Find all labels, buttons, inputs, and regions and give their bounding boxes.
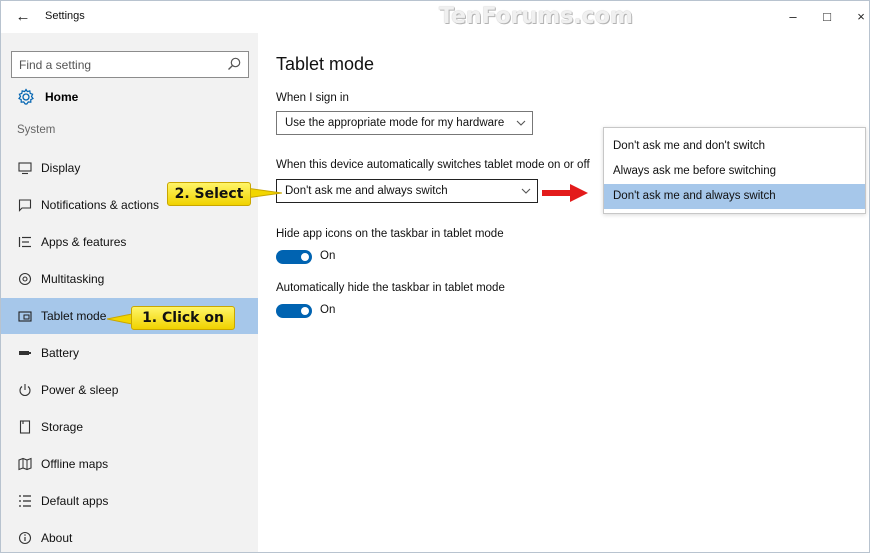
sidebar-item-label: Tablet mode — [41, 309, 107, 323]
popup-option-always-switch[interactable]: Don't ask me and always switch — [604, 184, 865, 209]
sidebar-item-label: Battery — [41, 346, 80, 360]
multitasking-icon — [18, 272, 32, 286]
callout-pointer-icon — [246, 187, 282, 199]
back-button[interactable]: ← — [11, 7, 35, 27]
sidebar-item-label: Apps & features — [41, 235, 127, 249]
window-title: Settings — [45, 10, 85, 22]
home-nav-item[interactable]: Home — [17, 85, 78, 109]
power-icon — [19, 384, 31, 397]
hide-icons-toggle[interactable] — [276, 250, 312, 264]
click-callout: 1. Click on — [131, 306, 235, 330]
about-icon — [18, 531, 32, 545]
tablet-mode-icon — [18, 311, 32, 322]
sidebar-item-label: Default apps — [41, 494, 109, 508]
sidebar-item-multitasking[interactable]: Multitasking — [1, 261, 258, 297]
dropdown-popup: Don't ask me and don't switch Always ask… — [603, 127, 866, 214]
toggle-knob — [301, 307, 309, 315]
home-label: Home — [45, 90, 79, 104]
sidebar-item-label: About — [41, 531, 73, 545]
toggle-knob — [301, 253, 309, 261]
battery-icon — [19, 351, 31, 355]
sidebar-item-label: Notifications & actions — [41, 198, 160, 212]
notifications-icon — [18, 199, 32, 212]
title-bar: ← Settings TenForums.com – □ × — [1, 1, 869, 33]
auto-switch-dropdown[interactable]: Don't ask me and always switch — [276, 179, 538, 203]
default-apps-icon — [19, 495, 31, 507]
maximize-button[interactable]: □ — [815, 7, 839, 27]
red-arrow-icon — [542, 184, 588, 202]
sidebar-item-power-sleep[interactable]: Power & sleep — [1, 372, 258, 408]
sidebar-item-label: Display — [41, 161, 81, 175]
page-title: Tablet mode — [276, 54, 375, 74]
display-icon — [18, 162, 32, 175]
settings-window: ← Settings TenForums.com – □ × Home Syst… — [0, 0, 870, 553]
sidebar-item-label: Multitasking — [41, 272, 105, 286]
search-input[interactable] — [12, 52, 222, 77]
watermark: TenForums.com — [439, 4, 633, 29]
popup-option-dont-switch[interactable]: Don't ask me and don't switch — [604, 134, 865, 159]
gear-icon — [18, 88, 34, 105]
close-button[interactable]: × — [849, 7, 869, 27]
signin-dropdown-value: Use the appropriate mode for my hardware — [285, 117, 505, 129]
chevron-down-icon — [521, 188, 531, 194]
sidebar-item-default-apps[interactable]: Default apps — [1, 483, 258, 519]
main-content: Tablet mode When I sign in Use the appro… — [258, 33, 869, 552]
minimize-button[interactable]: – — [781, 7, 805, 27]
auto-switch-label: When this device automatically switches … — [276, 159, 590, 171]
chevron-down-icon — [516, 120, 526, 126]
sidebar-item-label: Power & sleep — [41, 383, 119, 397]
sidebar-item-label: Offline maps — [41, 457, 109, 471]
hide-icons-label: Hide app icons on the taskbar in tablet … — [276, 228, 504, 240]
sidebar-item-display[interactable]: Display — [1, 150, 258, 186]
section-label: System — [17, 124, 56, 136]
auto-hide-label: Automatically hide the taskbar in tablet… — [276, 282, 505, 294]
storage-icon — [19, 420, 31, 434]
auto-hide-toggle[interactable] — [276, 304, 312, 318]
auto-switch-dropdown-value: Don't ask me and always switch — [285, 185, 448, 197]
signin-dropdown[interactable]: Use the appropriate mode for my hardware — [276, 111, 533, 135]
sidebar-item-offline-maps[interactable]: Offline maps — [1, 446, 258, 482]
sidebar-item-battery[interactable]: Battery — [1, 335, 258, 371]
hide-icons-state: On — [320, 250, 336, 262]
select-callout: 2. Select — [167, 182, 251, 206]
search-icon[interactable] — [226, 56, 242, 72]
sidebar: Home System Display Notifications & acti… — [1, 33, 258, 552]
popup-option-always-ask[interactable]: Always ask me before switching — [604, 159, 865, 184]
offline-maps-icon — [18, 457, 32, 471]
sidebar-item-label: Storage — [41, 420, 84, 434]
auto-hide-state: On — [320, 304, 336, 316]
search-box[interactable] — [11, 51, 249, 78]
sidebar-item-about[interactable]: About — [1, 520, 258, 552]
sidebar-item-storage[interactable]: Storage — [1, 409, 258, 445]
sidebar-item-apps-features[interactable]: Apps & features — [1, 224, 258, 260]
apps-features-icon — [18, 236, 31, 248]
signin-label: When I sign in — [276, 92, 349, 104]
